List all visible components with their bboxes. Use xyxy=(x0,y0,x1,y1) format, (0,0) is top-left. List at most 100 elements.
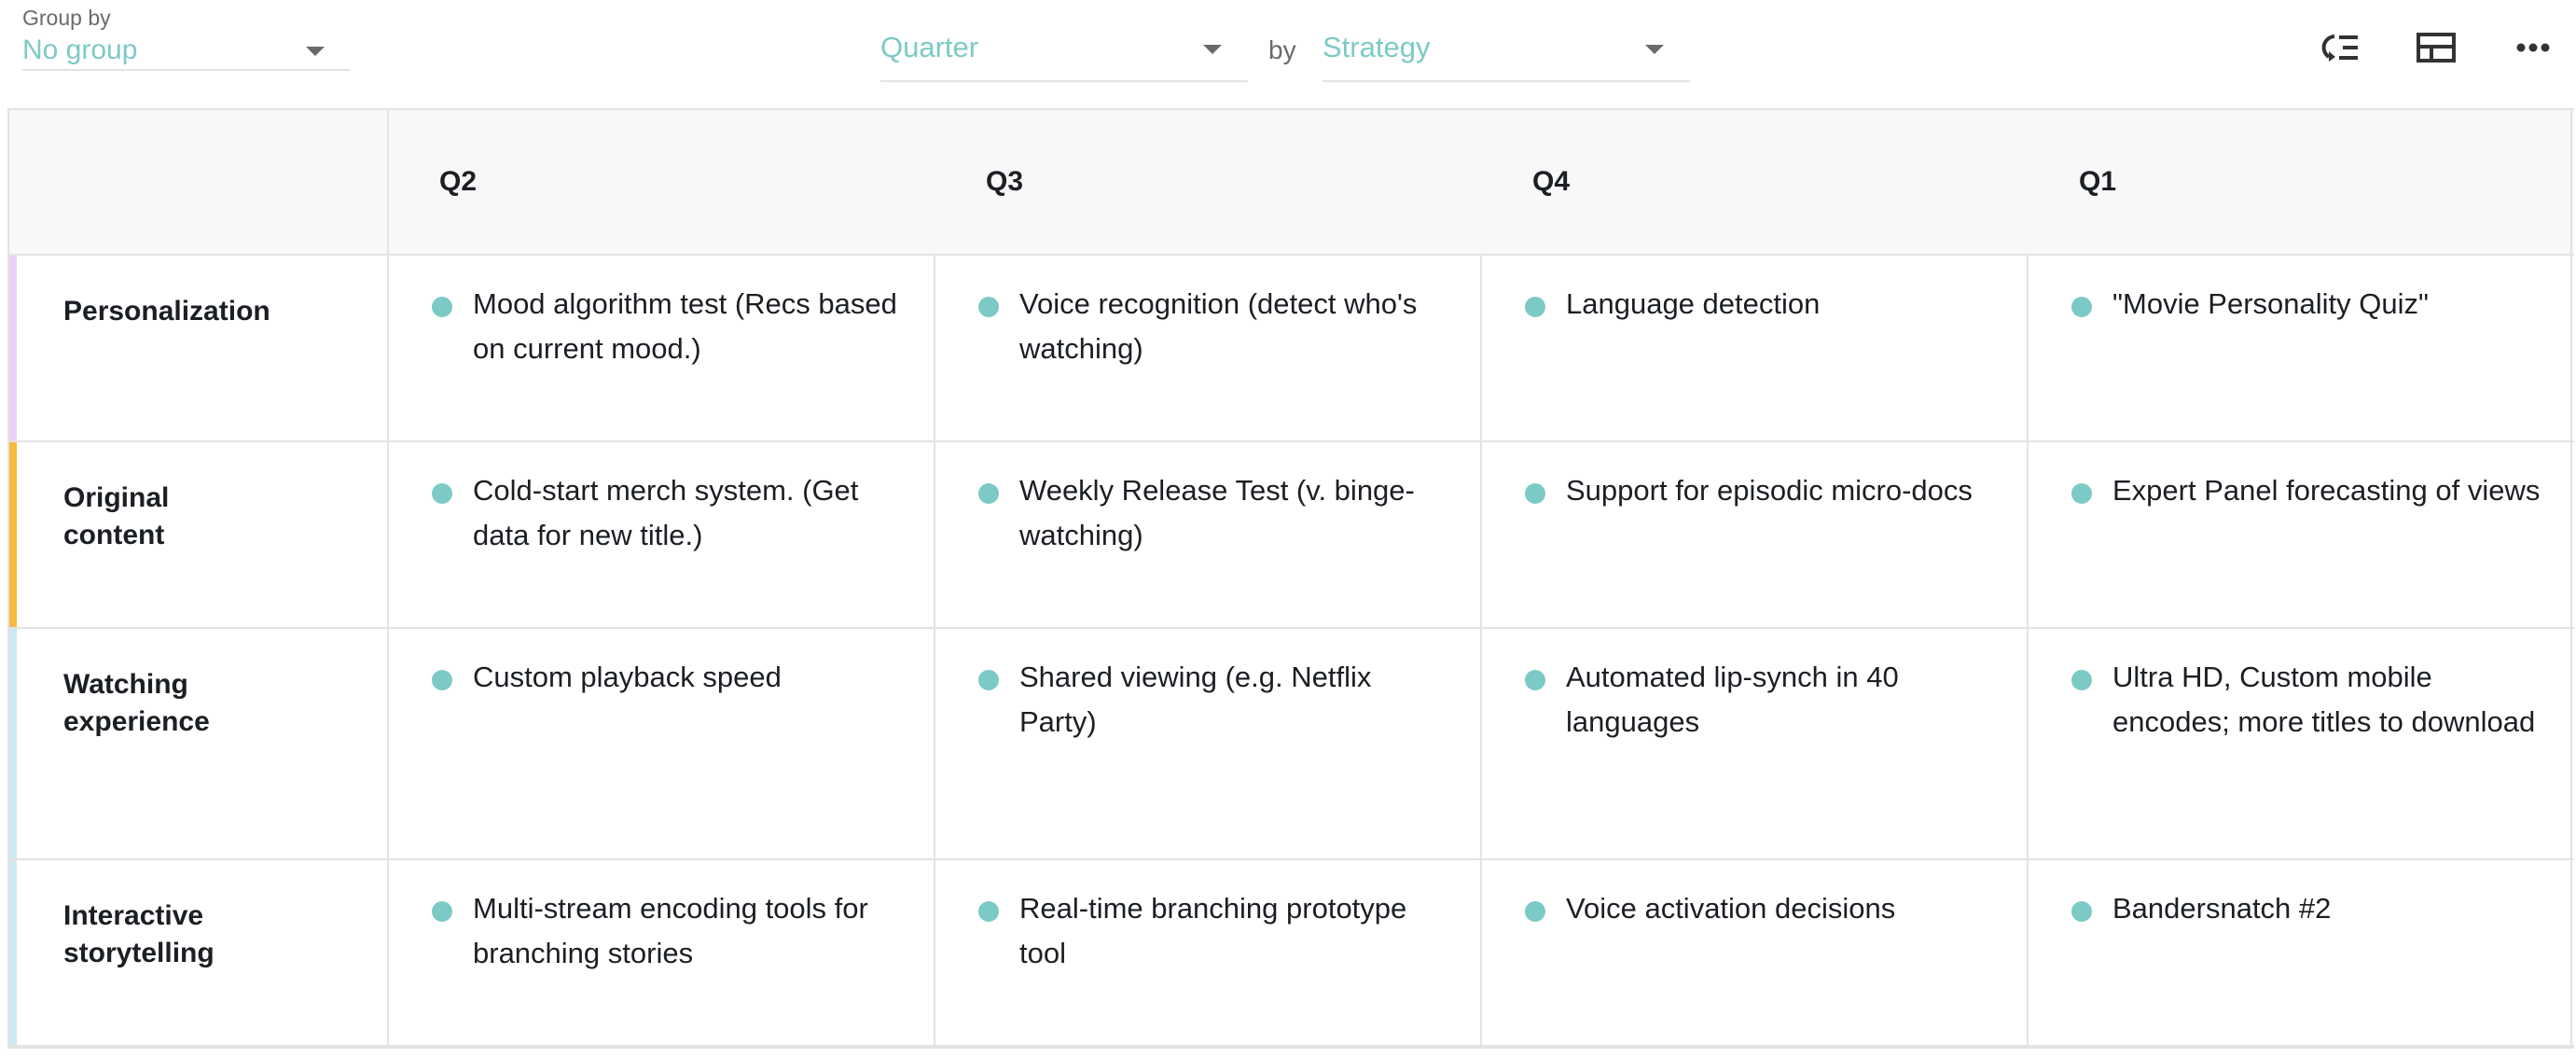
card-title: Language detection xyxy=(1566,287,1821,320)
status-dot-icon xyxy=(1525,483,1545,504)
swimlane-title: Original content xyxy=(63,482,170,550)
card[interactable]: Voice recognition (detect who's watching… xyxy=(978,287,1452,371)
board-cell[interactable]: Voice recognition (detect who's watching… xyxy=(935,256,1482,440)
layout-button[interactable] xyxy=(2412,26,2460,69)
card-title: Ultra HD, Custom mobile encodes; more ti… xyxy=(2112,661,2536,738)
toolbar: Group by No group Quarter by Strategy xyxy=(0,0,2576,108)
board-cell[interactable]: Language detection xyxy=(1482,256,2029,440)
card[interactable]: Mood algorithm test (Recs based on curre… xyxy=(432,287,906,371)
rows-field-value: Strategy xyxy=(1323,31,1431,63)
card[interactable]: Automated lip-synch in 40 languages xyxy=(1525,661,1999,745)
column-header[interactable]: Q4 xyxy=(1482,110,2029,254)
board-cell[interactable]: Support for episodic micro-docs xyxy=(1482,442,2029,627)
status-dot-icon xyxy=(978,901,999,922)
card-title: Real-time branching prototype tool xyxy=(1019,892,1407,969)
chevron-down-icon xyxy=(306,47,325,56)
swimlane-header[interactable]: Personalization xyxy=(9,256,389,440)
swimlane-title: Personalization xyxy=(63,296,270,327)
swimlane-color-bar xyxy=(9,442,17,627)
card[interactable]: Language detection xyxy=(1525,287,1999,327)
chevron-down-icon xyxy=(1645,45,1664,54)
card[interactable]: Ultra HD, Custom mobile encodes; more ti… xyxy=(2071,661,2542,745)
swimlane: Interactive storytelling Multi-stream en… xyxy=(9,860,2574,1047)
status-dot-icon xyxy=(432,483,452,504)
card[interactable]: Shared viewing (e.g. Netflix Party) xyxy=(978,661,1452,745)
card-title: Expert Panel forecasting of views xyxy=(2112,474,2541,507)
board-cell[interactable]: Shared viewing (e.g. Netflix Party) xyxy=(935,629,1482,858)
card-title: Cold-start merch system. (Get data for n… xyxy=(473,474,859,551)
status-dot-icon xyxy=(978,297,999,317)
board-cell[interactable]: Expert Panel forecasting of views xyxy=(2029,442,2572,627)
card-title: Automated lip-synch in 40 languages xyxy=(1566,661,1899,738)
card[interactable]: Bandersnatch #2 xyxy=(2071,892,2542,931)
swimlane-color-bar xyxy=(9,860,17,1045)
board-cell[interactable]: Mood algorithm test (Recs based on curre… xyxy=(389,256,935,440)
chevron-down-icon xyxy=(1203,45,1222,54)
card[interactable]: Multi-stream encoding tools for branchin… xyxy=(432,892,906,976)
swimlane: Personalization Mood algorithm test (Rec… xyxy=(9,256,2574,442)
status-dot-icon xyxy=(2071,670,2092,690)
reorder-icon xyxy=(2321,35,2358,62)
board-cell[interactable]: Voice activation decisions xyxy=(1482,860,2029,1045)
column-header[interactable]: Q1 xyxy=(2029,110,2572,254)
swimlane-header[interactable]: Watching experience xyxy=(9,629,389,858)
status-dot-icon xyxy=(978,483,999,504)
card[interactable]: Support for episodic micro-docs xyxy=(1525,474,1999,513)
swimlane: Original content Cold-start merch system… xyxy=(9,442,2574,629)
swimlane-header[interactable]: Interactive storytelling xyxy=(9,860,389,1045)
card-title: Bandersnatch #2 xyxy=(2112,892,2332,925)
reorder-button[interactable] xyxy=(2317,26,2365,69)
roadmap-board: Q2 Q3 Q4 Q1 Personalization Mood algorit… xyxy=(7,108,2574,1049)
board-cell[interactable]: Cold-start merch system. (Get data for n… xyxy=(389,442,935,627)
board-cell[interactable]: Multi-stream encoding tools for branchin… xyxy=(389,860,935,1045)
status-dot-icon xyxy=(2071,901,2092,922)
card[interactable]: Voice activation decisions xyxy=(1525,892,1999,931)
status-dot-icon xyxy=(2071,483,2092,504)
board-cell[interactable]: Bandersnatch #2 xyxy=(2029,860,2572,1045)
swimlane-header[interactable]: Original content xyxy=(9,442,389,627)
board-cell[interactable]: Ultra HD, Custom mobile encodes; more ti… xyxy=(2029,629,2572,858)
swimlane-color-bar xyxy=(9,629,17,858)
board-cell[interactable]: Custom playback speed xyxy=(389,629,935,858)
card-title: Support for episodic micro-docs xyxy=(1566,474,1973,507)
card[interactable]: Real-time branching prototype tool xyxy=(978,892,1452,976)
columns-field-value: Quarter xyxy=(880,31,979,63)
by-label: by xyxy=(1268,35,1296,64)
more-options-button[interactable] xyxy=(2509,26,2557,69)
more-options-icon xyxy=(2516,43,2550,52)
board-cell[interactable]: "Movie Personality Quiz" xyxy=(2029,256,2572,440)
status-dot-icon xyxy=(2071,297,2092,317)
card[interactable]: Weekly Release Test (v. binge-watching) xyxy=(978,474,1452,558)
card[interactable]: Expert Panel forecasting of views xyxy=(2071,474,2542,513)
corner-cell xyxy=(9,110,389,254)
swimlane-title: Watching experience xyxy=(63,669,210,737)
card-title: Custom playback speed xyxy=(473,661,782,693)
status-dot-icon xyxy=(432,901,452,922)
status-dot-icon xyxy=(432,670,452,690)
card[interactable]: "Movie Personality Quiz" xyxy=(2071,287,2542,327)
columns-field-select[interactable]: Quarter xyxy=(880,22,1248,82)
card-title: Weekly Release Test (v. binge-watching) xyxy=(1019,474,1415,551)
status-dot-icon xyxy=(432,297,452,317)
card[interactable]: Cold-start merch system. (Get data for n… xyxy=(432,474,906,558)
layout-icon xyxy=(2417,33,2456,63)
card-title: Shared viewing (e.g. Netflix Party) xyxy=(1019,661,1372,738)
card-title: Mood algorithm test (Recs based on curre… xyxy=(473,287,897,365)
group-by-label: Group by xyxy=(22,6,111,30)
column-header[interactable]: Q2 xyxy=(389,110,935,254)
board-cell[interactable]: Real-time branching prototype tool xyxy=(935,860,1482,1045)
card-title: "Movie Personality Quiz" xyxy=(2112,287,2430,320)
status-dot-icon xyxy=(1525,297,1545,317)
board-cell[interactable]: Weekly Release Test (v. binge-watching) xyxy=(935,442,1482,627)
column-header[interactable]: Q3 xyxy=(935,110,1482,254)
rows-field-select[interactable]: Strategy xyxy=(1323,22,1690,82)
card[interactable]: Custom playback speed xyxy=(432,661,906,700)
column-header-row: Q2 Q3 Q4 Q1 xyxy=(9,110,2574,256)
status-dot-icon xyxy=(1525,670,1545,690)
group-by-select[interactable]: No group xyxy=(22,32,351,71)
swimlane: Watching experience Custom playback spee… xyxy=(9,629,2574,860)
swimlane-title: Interactive storytelling xyxy=(63,900,215,968)
group-by-control: Group by No group xyxy=(22,4,351,71)
swimlane-color-bar xyxy=(9,256,17,440)
board-cell[interactable]: Automated lip-synch in 40 languages xyxy=(1482,629,2029,858)
